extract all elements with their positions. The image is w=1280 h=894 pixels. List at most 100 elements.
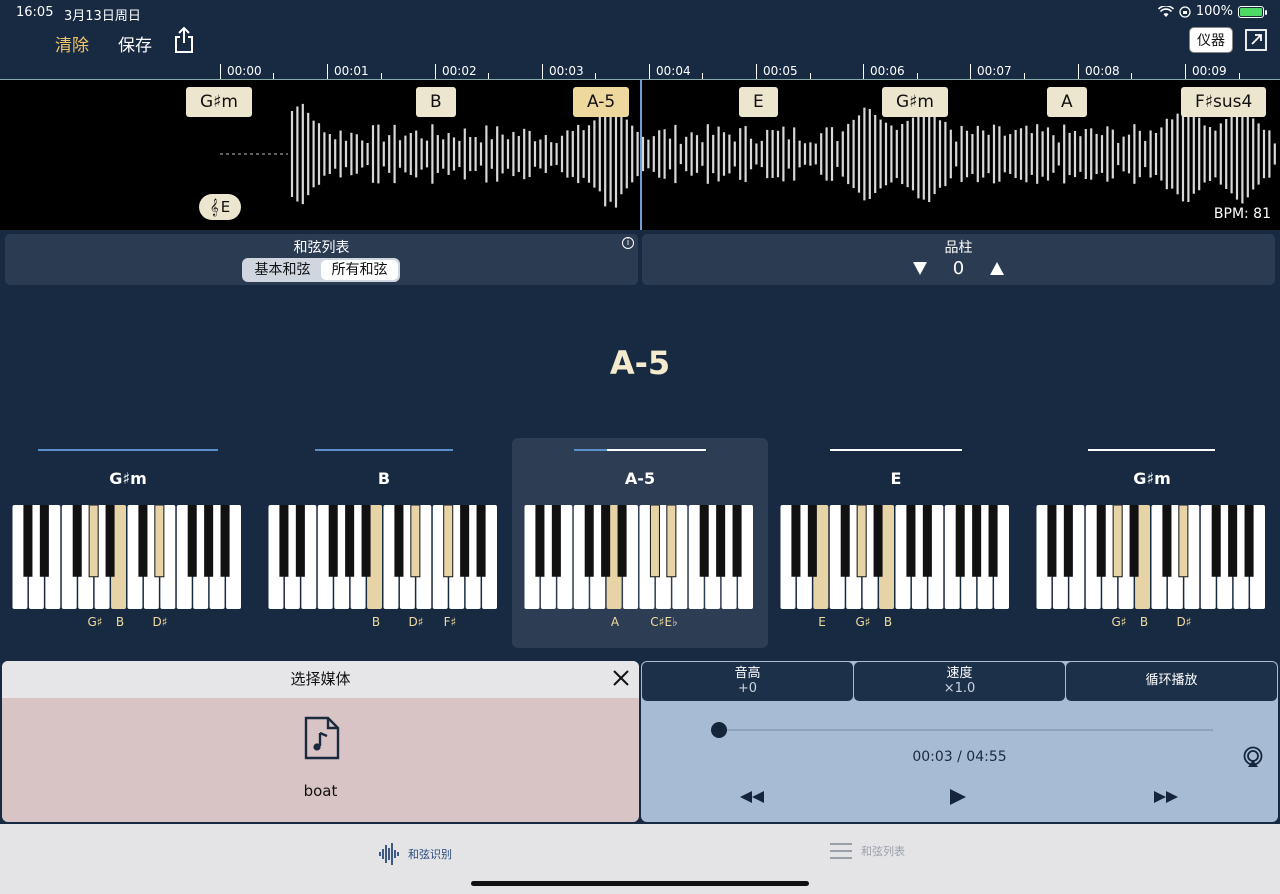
piano-black-key [1162, 505, 1172, 577]
note-labels: B D♯ F♯ [268, 615, 498, 631]
waveform-chord-tag[interactable]: A [1047, 87, 1087, 117]
piano-black-key [972, 505, 982, 577]
key-label: E [220, 198, 231, 216]
playhead[interactable] [640, 80, 642, 230]
progress-slider[interactable] [713, 729, 1213, 731]
piano-black-key [666, 505, 677, 578]
tab-chord-recognition[interactable]: 和弦识别 [378, 842, 452, 866]
piano-black-key [699, 505, 709, 577]
waveform-icon [379, 843, 399, 865]
media-panel: 选择媒体 boat [2, 661, 639, 822]
note-label: E [818, 615, 826, 629]
save-button[interactable]: 保存 [118, 31, 152, 56]
piano-black-key [361, 505, 371, 577]
loop-label: 循环播放 [1145, 673, 1198, 688]
chord-card[interactable]: E E G♯ B [768, 438, 1024, 648]
card-progress-bar [38, 449, 218, 451]
instrument-button[interactable]: 仪器 [1189, 27, 1233, 53]
music-file-icon[interactable] [304, 716, 340, 760]
note-label: G♯ [1111, 615, 1127, 629]
media-file-name[interactable]: boat [2, 782, 639, 800]
airplay-icon[interactable] [1242, 746, 1264, 768]
piano-keyboard [268, 505, 497, 609]
piano-black-key [154, 505, 165, 578]
card-progress-bar [830, 449, 962, 451]
expand-icon[interactable] [1244, 28, 1268, 52]
seg-all-chords[interactable]: 所有和弦 [321, 260, 398, 280]
tab-chord-list[interactable]: 和弦列表 [829, 842, 905, 860]
piano-black-key [732, 505, 742, 577]
piano-black-key [955, 505, 965, 577]
progress-slider-knob[interactable] [710, 722, 727, 738]
waveform-chord-tag-active[interactable]: A-5 [573, 87, 630, 117]
note-labels: A C♯E♭ [524, 615, 754, 631]
capo-value: 0 [952, 258, 965, 279]
piano-black-key [328, 505, 338, 577]
chord-list-panel: 和弦列表 i 基本和弦 所有和弦 [5, 234, 638, 285]
media-header: 选择媒体 [2, 661, 639, 698]
capo-up-icon[interactable] [990, 262, 1005, 275]
note-label: D♯ [152, 615, 168, 629]
playback-time: 00:03 / 04:55 [912, 749, 1007, 765]
seg-basic-chords[interactable]: 基本和弦 [244, 260, 321, 280]
waveform-chord-tag[interactable]: G♯m [882, 87, 948, 117]
timeline-tick: 00:08 [1078, 64, 1120, 80]
piano-black-key [1047, 505, 1057, 577]
piano-black-key [840, 505, 850, 577]
piano-black-key [1129, 505, 1139, 577]
note-label: A [610, 615, 620, 629]
note-label: D♯ [408, 615, 424, 629]
chord-card[interactable]: G♯m G♯ B D♯ [1024, 438, 1280, 648]
note-labels: G♯ B D♯ [12, 615, 242, 631]
waveform-chord-tag[interactable]: E [739, 87, 778, 117]
piano-black-key [1063, 505, 1073, 577]
key-badge[interactable]: 𝄞 E [199, 194, 241, 220]
status-right: 100% [1157, 4, 1267, 19]
waveform-chord-tag[interactable]: G♯m [186, 87, 252, 117]
piano-black-key [394, 505, 404, 577]
chord-card-active[interactable]: A-5 A C♯E♭ [512, 438, 768, 648]
waveform-view[interactable]: G♯m B A-5 E G♯m A F♯sus4 𝄞 E BPM: 81 [0, 80, 1280, 230]
piano-black-key [460, 505, 470, 577]
piano-black-key [295, 505, 305, 577]
piano-black-key [204, 505, 214, 577]
piano-black-key [1096, 505, 1106, 577]
piano-black-key [410, 505, 421, 578]
fast-forward-icon[interactable] [1152, 789, 1180, 805]
capo-down-icon[interactable] [912, 262, 927, 275]
piano-black-key [220, 505, 230, 577]
timeline-tick: 00:06 [863, 64, 905, 80]
piano-black-key [617, 505, 627, 577]
card-progress-bar [574, 449, 706, 451]
pitch-value: +0 [737, 681, 758, 696]
info-icon[interactable]: i [622, 237, 634, 249]
rewind-icon[interactable] [738, 789, 766, 805]
piano-black-key [873, 505, 883, 577]
battery-icon [1238, 5, 1267, 18]
piano-keyboard [524, 505, 753, 609]
note-label: B [115, 615, 125, 629]
timeline-ruler[interactable]: 00:00 00:01 00:02 00:03 00:04 00:05 00:0… [0, 62, 1280, 80]
clear-button[interactable]: 清除 [55, 31, 89, 56]
chord-list-title: 和弦列表 [293, 240, 350, 256]
list-icon [830, 843, 852, 859]
piano-black-key [535, 505, 545, 577]
speed-button[interactable]: 速度 ×1.0 [854, 662, 1065, 701]
card-progress-bar [1088, 449, 1215, 451]
waveform-chord-tag[interactable]: F♯sus4 [1181, 87, 1267, 117]
status-bar: 16:05 3月13日周日 100% [0, 0, 1280, 26]
tab-bar: 和弦识别 和弦列表 [0, 824, 1280, 894]
close-icon[interactable] [612, 669, 630, 687]
piano-black-key [906, 505, 916, 577]
loop-button[interactable]: 循环播放 [1066, 662, 1277, 701]
pitch-button[interactable]: 音高 +0 [642, 662, 853, 701]
play-icon[interactable] [944, 789, 972, 805]
top-toolbar: 清除 保存 仪器 [0, 26, 1280, 62]
chord-card[interactable]: G♯m G♯ B D♯ [0, 438, 256, 648]
share-icon[interactable] [172, 26, 196, 54]
piano-black-key [279, 505, 289, 577]
timeline-tick: 00:04 [649, 64, 691, 80]
note-label: G♯ [855, 615, 871, 629]
chord-card[interactable]: B B D♯ F♯ [256, 438, 512, 648]
waveform-chord-tag[interactable]: B [416, 87, 456, 117]
